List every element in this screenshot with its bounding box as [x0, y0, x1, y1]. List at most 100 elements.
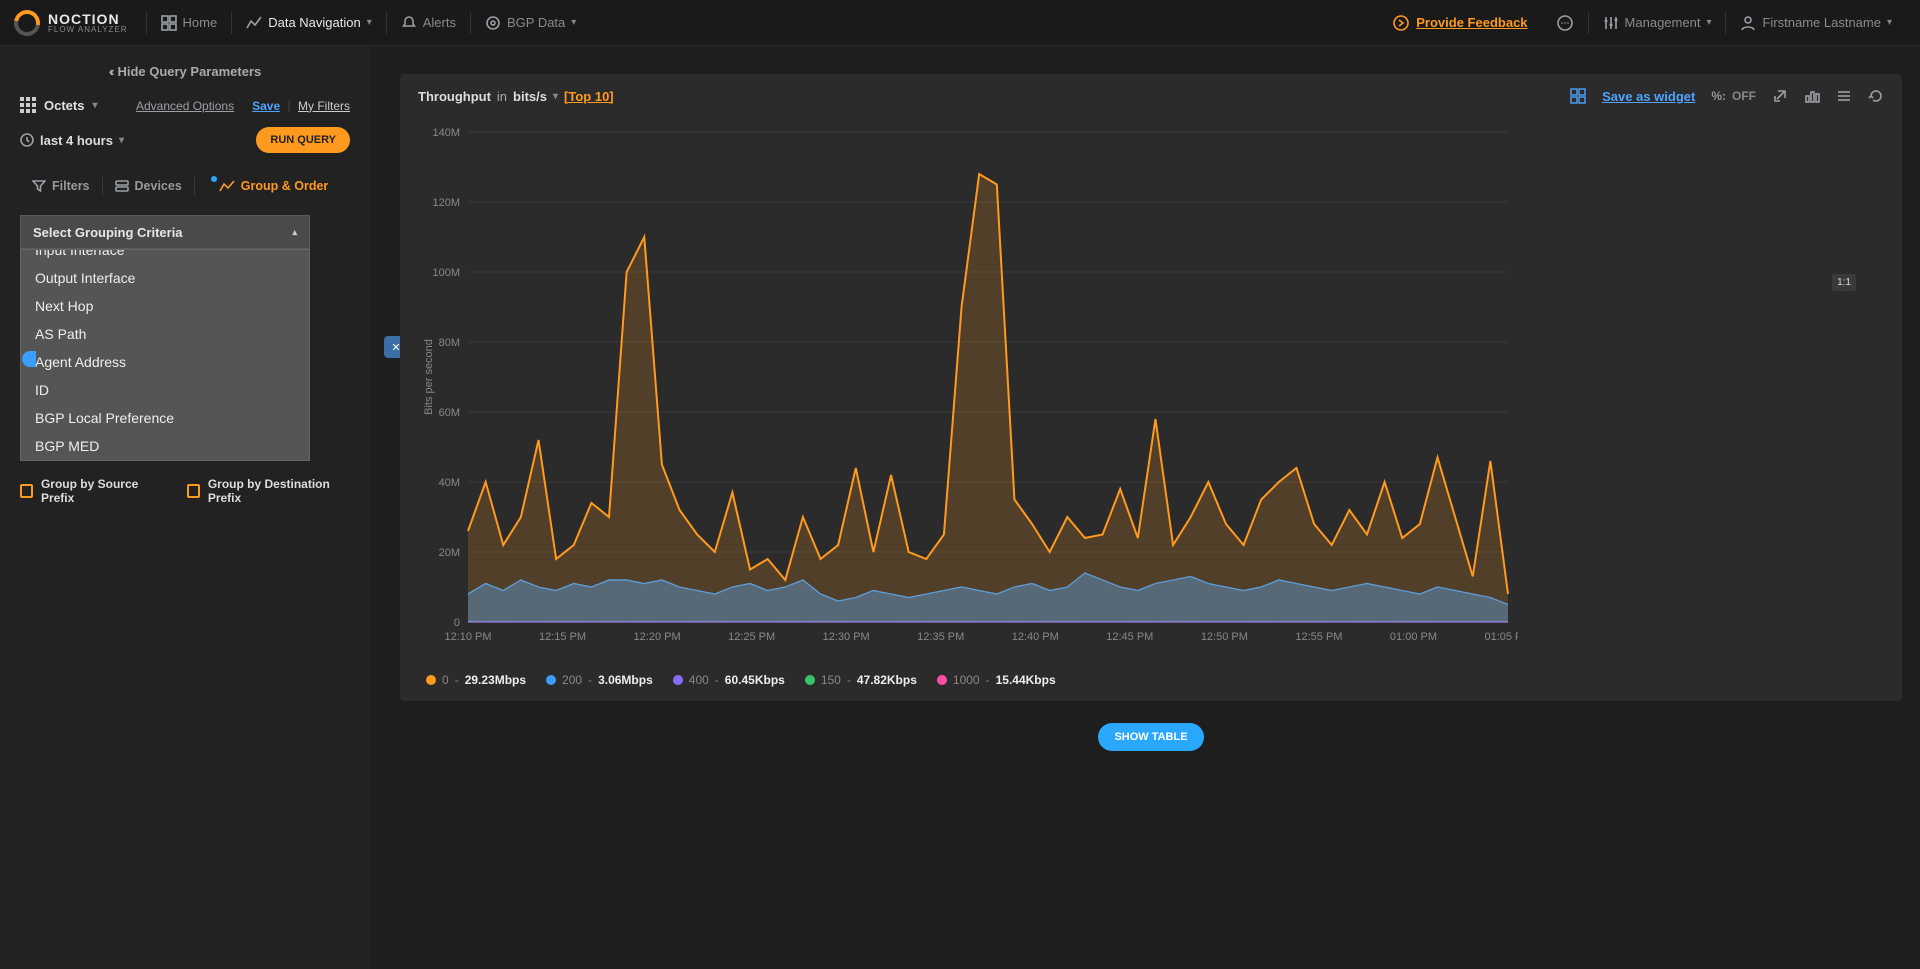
- tab-devices[interactable]: Devices: [103, 175, 194, 197]
- devices-icon: [115, 179, 129, 193]
- my-filters-link[interactable]: My Filters: [298, 99, 350, 113]
- legend-item[interactable]: 0 - 29.23Mbps: [426, 673, 526, 687]
- svg-text:120M: 120M: [432, 197, 460, 209]
- refresh-button[interactable]: [1868, 88, 1884, 104]
- legend-color-swatch: [426, 675, 436, 685]
- checkbox-group-by-destination-prefix[interactable]: Group by Destination Prefix: [187, 477, 350, 505]
- legend-item[interactable]: 1000 - 15.44Kbps: [937, 673, 1056, 687]
- throughput-card: Throughput in bits/s ▾ [Top 10] Save as …: [400, 74, 1902, 701]
- nav-bgp[interactable]: BGP Data ▾: [471, 0, 590, 46]
- dropdown-option[interactable]: ID: [21, 376, 309, 404]
- hide-query-params-button[interactable]: ‹‹ Hide Query Parameters: [20, 64, 350, 79]
- svg-text:100M: 100M: [432, 267, 460, 279]
- show-table-button[interactable]: SHOW TABLE: [1098, 723, 1203, 751]
- nav-data-navigation[interactable]: Data Navigation ▾: [232, 0, 386, 46]
- ratio-badge[interactable]: 1:1: [1832, 274, 1856, 291]
- grouping-criteria-select[interactable]: Select Grouping Criteria ▴: [20, 215, 310, 249]
- chart-title: Throughput in bits/s ▾ [Top 10]: [418, 89, 614, 104]
- checkbox-box-icon: [20, 484, 33, 498]
- menu-button[interactable]: [1836, 88, 1852, 104]
- target-icon: [485, 15, 501, 31]
- legend-value: 60.45Kbps: [725, 673, 785, 687]
- brand-name: NOCTION: [48, 12, 128, 26]
- time-label: last 4 hours: [40, 133, 113, 148]
- svg-text:12:25 PM: 12:25 PM: [728, 631, 775, 643]
- dropdown-option[interactable]: Next Hop: [21, 292, 309, 320]
- nav-alerts[interactable]: Alerts: [387, 0, 470, 46]
- nav-management-label: Management: [1625, 15, 1701, 30]
- chk-src-label: Group by Source Prefix: [41, 477, 161, 505]
- pct-state: OFF: [1732, 89, 1756, 103]
- nav-alerts-label: Alerts: [423, 15, 456, 30]
- svg-text:12:45 PM: 12:45 PM: [1106, 631, 1153, 643]
- dropdown-option[interactable]: BGP Local Preference: [21, 404, 309, 432]
- hide-qp-label: Hide Query Parameters: [117, 64, 261, 79]
- triangle-up-icon: ▴: [292, 227, 297, 238]
- legend-name: 200: [562, 673, 582, 687]
- legend-item[interactable]: 400 - 60.45Kbps: [673, 673, 785, 687]
- svg-text:140M: 140M: [432, 127, 460, 139]
- chevron-down-icon: ▾: [367, 17, 372, 28]
- tab-devices-label: Devices: [135, 179, 182, 193]
- active-dot-icon: [211, 176, 217, 182]
- percent-toggle[interactable]: %: OFF: [1711, 89, 1756, 103]
- chevron-down-icon: ▾: [1887, 17, 1892, 28]
- save-link[interactable]: Save: [252, 99, 280, 113]
- bar-chart-button[interactable]: [1804, 88, 1820, 104]
- legend-value: 3.06Mbps: [598, 673, 653, 687]
- chart-legend: 0 - 29.23Mbps 200 - 3.06Mbps 400 - 60.45…: [418, 665, 1884, 691]
- legend-color-swatch: [546, 675, 556, 685]
- nav-home-label: Home: [183, 15, 218, 30]
- save-as-widget-link[interactable]: Save as widget: [1602, 89, 1695, 104]
- feedback-label: Provide Feedback: [1416, 15, 1527, 30]
- nav-management[interactable]: Management ▾: [1589, 0, 1726, 46]
- dropdown-option[interactable]: BGP MED: [21, 432, 309, 460]
- top-n-link[interactable]: [Top 10]: [564, 89, 614, 104]
- chevron-down-icon: ▾: [1706, 17, 1711, 28]
- dropdown-option[interactable]: Agent Address: [21, 348, 309, 376]
- legend-name: 0: [442, 673, 449, 687]
- svg-text:01:00 PM: 01:00 PM: [1390, 631, 1437, 643]
- legend-item[interactable]: 200 - 3.06Mbps: [546, 673, 653, 687]
- legend-name: 400: [689, 673, 709, 687]
- grid-icon: [161, 15, 177, 31]
- nav-home[interactable]: Home: [147, 0, 232, 46]
- svg-text:Bits per second: Bits per second: [423, 339, 435, 415]
- chevron-down-icon[interactable]: ▾: [553, 91, 558, 102]
- legend-value: 29.23Mbps: [465, 673, 526, 687]
- dropdown-option[interactable]: Input Interface: [21, 250, 309, 264]
- tab-filters[interactable]: Filters: [20, 175, 102, 197]
- logo-swirl-icon: [9, 4, 45, 40]
- checkbox-box-icon: [187, 484, 200, 498]
- dropdown-option[interactable]: Output Interface: [21, 264, 309, 292]
- user-menu[interactable]: Firstname Lastname ▾: [1726, 0, 1906, 46]
- brand-logo: NOCTION FLOW ANALYZER: [14, 10, 128, 36]
- pct-label: %:: [1711, 89, 1726, 103]
- chevron-down-icon: ▾: [92, 100, 97, 111]
- legend-value: 47.82Kbps: [857, 673, 917, 687]
- dropdown-option[interactable]: AS Path: [21, 320, 309, 348]
- advanced-options-link[interactable]: Advanced Options: [136, 99, 234, 113]
- svg-text:01:05 PM: 01:05 PM: [1484, 631, 1518, 643]
- svg-text:80M: 80M: [439, 337, 460, 349]
- time-range-selector[interactable]: last 4 hours ▾: [20, 133, 124, 148]
- svg-text:40M: 40M: [439, 477, 460, 489]
- chevron-down-icon: ▾: [119, 135, 124, 146]
- checkbox-group-by-source-prefix[interactable]: Group by Source Prefix: [20, 477, 161, 505]
- dropdown-list[interactable]: Type of serviceProtocolInput InterfaceOu…: [21, 250, 309, 460]
- tab-group-order[interactable]: Group & Order: [195, 175, 341, 197]
- svg-text:12:35 PM: 12:35 PM: [917, 631, 964, 643]
- legend-item[interactable]: 150 - 47.82Kbps: [805, 673, 917, 687]
- title-in: in: [497, 89, 507, 104]
- legend-sep: -: [455, 673, 459, 687]
- run-query-button[interactable]: RUN QUERY: [256, 127, 350, 153]
- metric-selector[interactable]: Octets ▾: [20, 97, 98, 113]
- open-external-button[interactable]: [1772, 88, 1788, 104]
- trend-icon: [219, 179, 235, 193]
- svg-text:60M: 60M: [439, 407, 460, 419]
- title-unit: bits/s: [513, 89, 547, 104]
- feedback-link[interactable]: Provide Feedback: [1378, 0, 1541, 46]
- svg-text:12:50 PM: 12:50 PM: [1201, 631, 1248, 643]
- svg-text:12:10 PM: 12:10 PM: [444, 631, 491, 643]
- chat-button[interactable]: [1542, 0, 1588, 46]
